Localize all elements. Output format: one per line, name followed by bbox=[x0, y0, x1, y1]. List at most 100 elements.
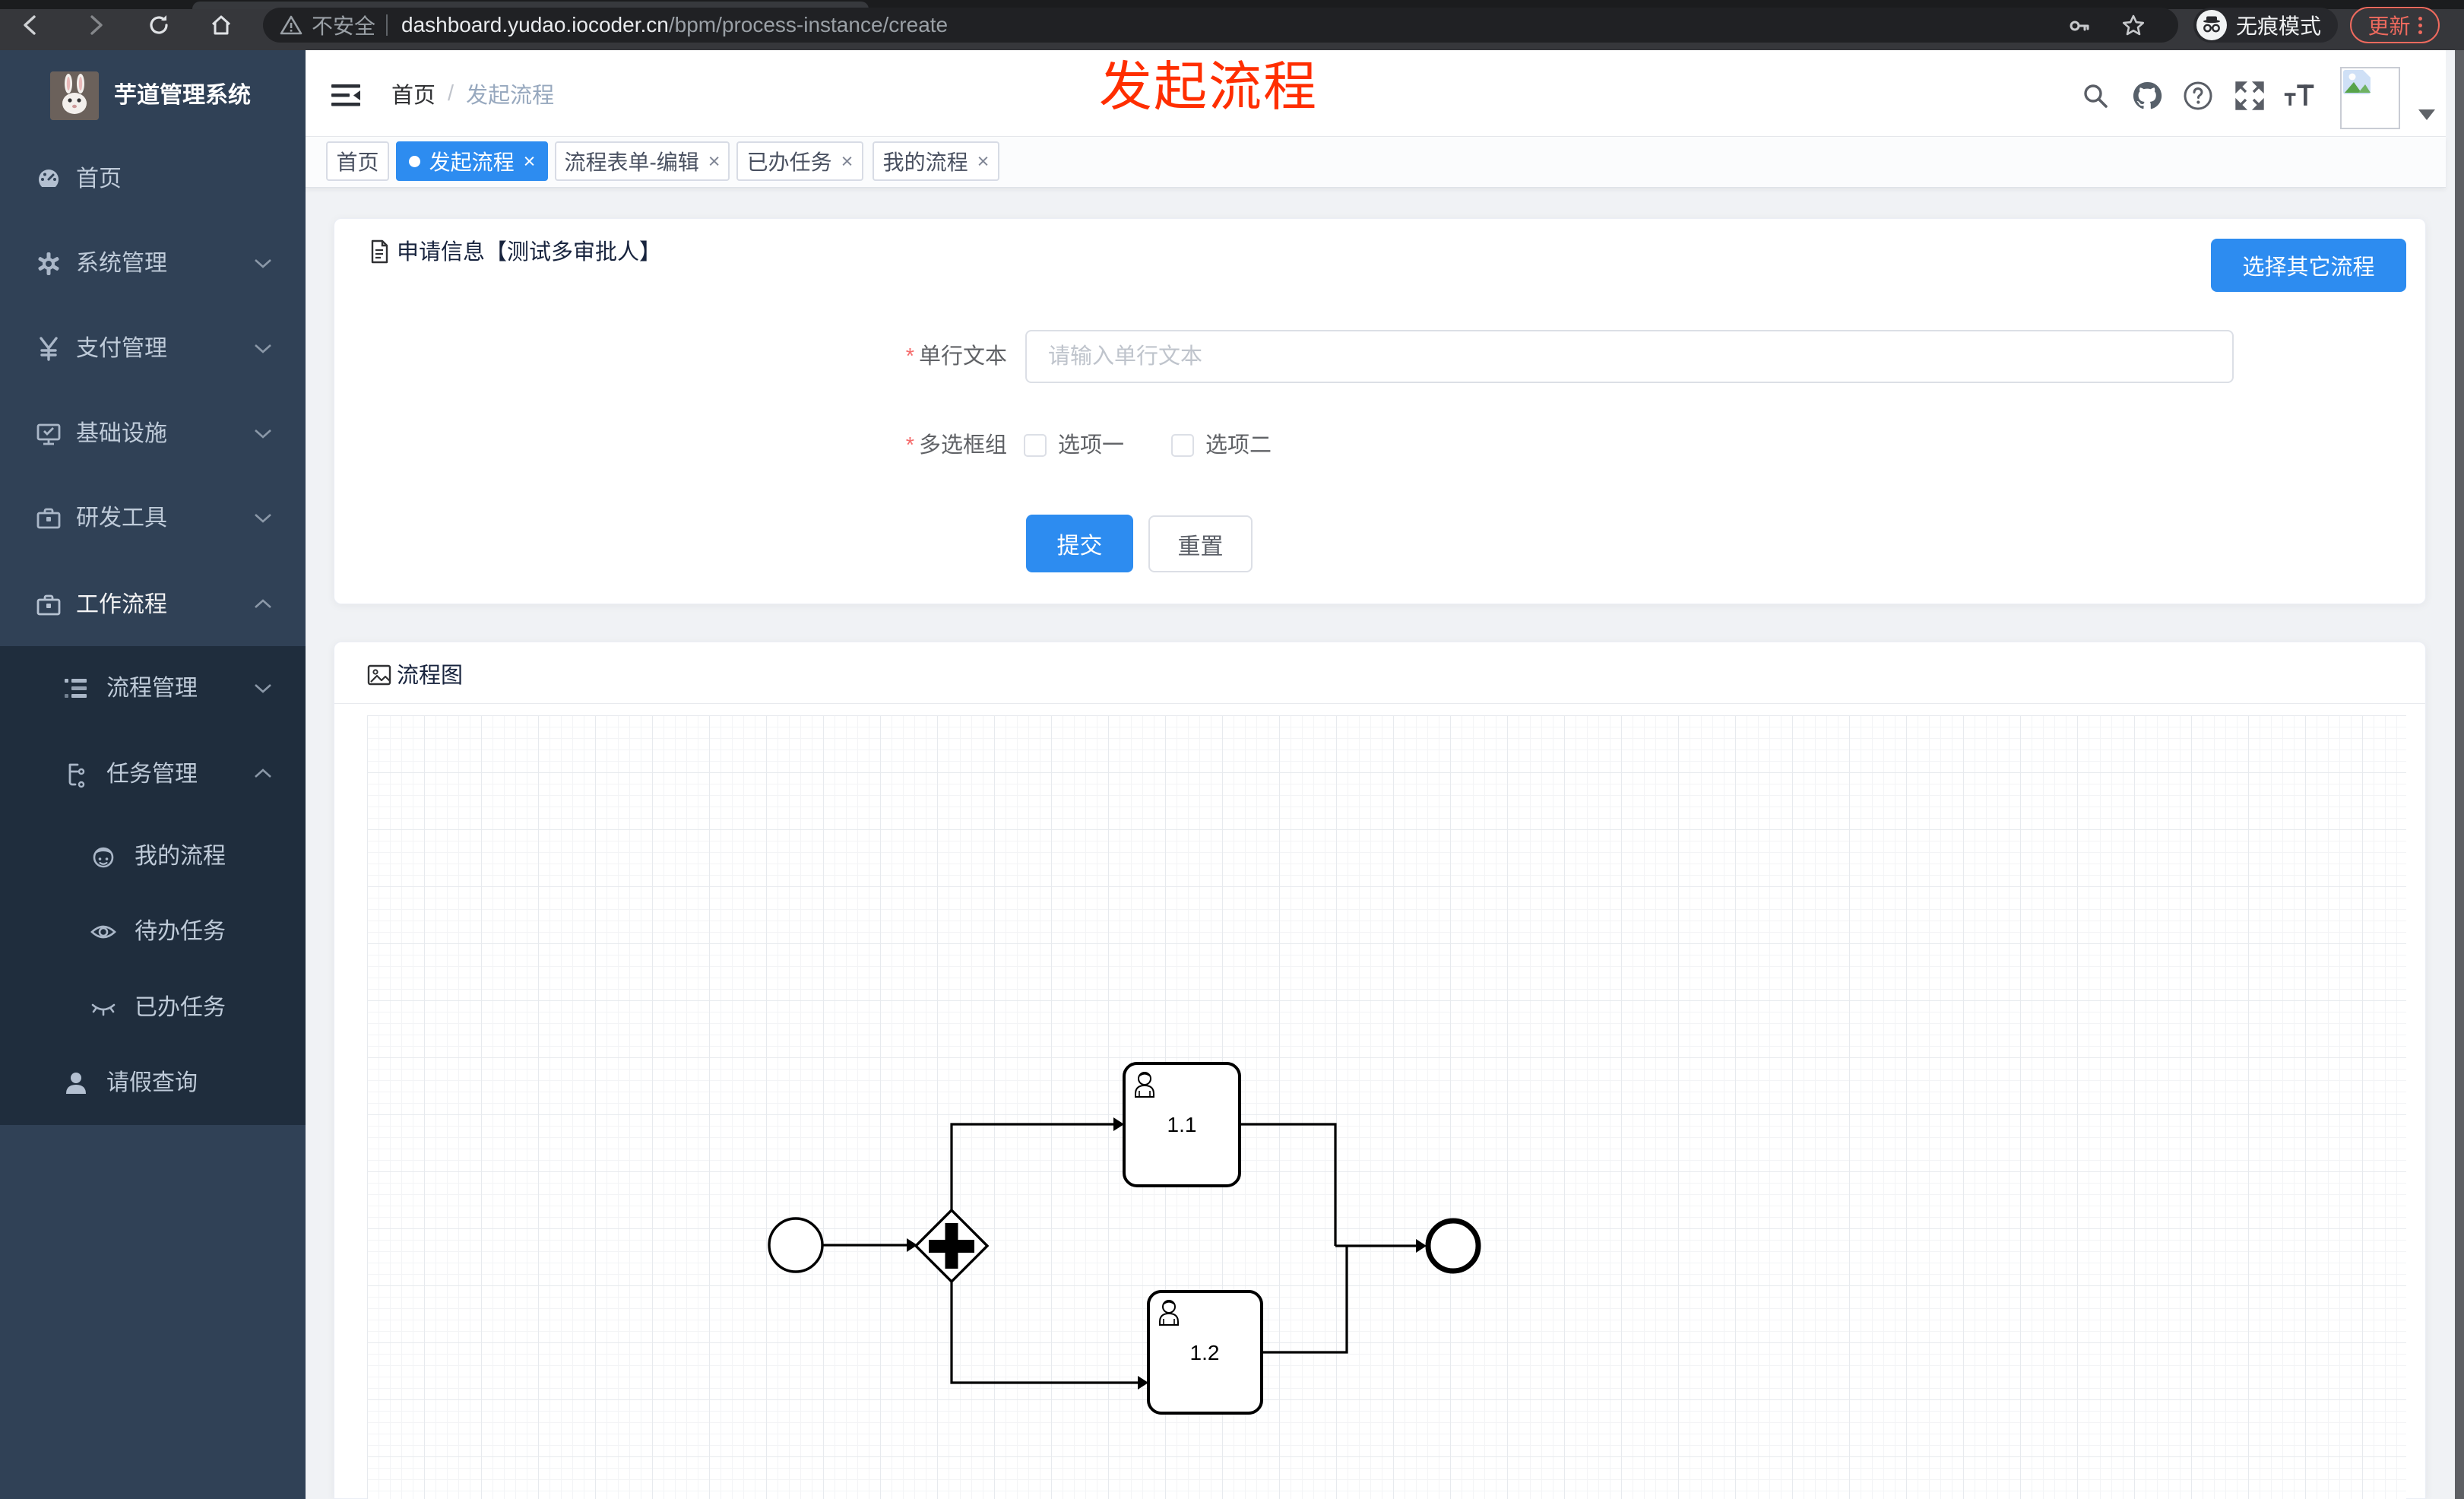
apply-info-title: 申请信息【测试多审批人】 bbox=[397, 240, 662, 265]
breadcrumb: 首页 / 发起流程 bbox=[391, 50, 554, 137]
flow-card-title: 流程图 bbox=[397, 664, 464, 688]
checkbox-option-1[interactable] bbox=[1024, 434, 1047, 457]
apply-info-card-header: 申请信息【测试多审批人】 选择其它流程 bbox=[334, 219, 2425, 292]
flow-icon bbox=[62, 761, 90, 788]
avatar[interactable] bbox=[2340, 67, 2400, 129]
choose-other-process-label: 选择其它流程 bbox=[2242, 255, 2375, 280]
security-label[interactable]: 不安全 bbox=[312, 10, 375, 40]
incognito-label: 无痕模式 bbox=[2236, 14, 2322, 38]
sidebar-item-label: 请假查询 bbox=[106, 1070, 198, 1095]
font-size-icon[interactable] bbox=[2283, 79, 2317, 113]
url-bar[interactable]: 不安全 dashboard.yudao.iocoder.cn/bpm/proce… bbox=[263, 8, 2178, 43]
sidebar-item-workflow[interactable]: 工作流程 bbox=[0, 567, 306, 643]
arrowhead bbox=[1113, 1117, 1124, 1131]
picture-icon bbox=[366, 662, 392, 688]
document-icon bbox=[366, 239, 392, 265]
back-icon[interactable] bbox=[17, 11, 46, 40]
bpmn-end-event[interactable] bbox=[1425, 1218, 1481, 1274]
chevron-up-icon bbox=[255, 769, 271, 778]
tag-label: 首页 bbox=[336, 151, 379, 174]
sidebar-item-label: 工作流程 bbox=[76, 592, 167, 617]
field-label-single-line-text: * 单行文本 bbox=[905, 344, 1007, 369]
sidebar-item-leave-query[interactable]: 请假查询 bbox=[0, 1045, 306, 1121]
app-title: 芋道管理系统 bbox=[114, 83, 251, 108]
sidebar-logo[interactable]: 芋道管理系统 bbox=[0, 58, 306, 134]
close-icon[interactable]: × bbox=[841, 151, 854, 172]
chevron-down-icon bbox=[255, 259, 271, 268]
tag-tab-start-process[interactable]: 发起流程 × bbox=[396, 141, 548, 181]
home-icon[interactable] bbox=[207, 11, 236, 40]
sidebar-item-label: 研发工具 bbox=[76, 505, 167, 531]
apply-info-card: 申请信息【测试多审批人】 选择其它流程 *单行文本 *多选框组 选项一 选项二 … bbox=[334, 218, 2426, 604]
screen: 不安全 dashboard.yudao.iocoder.cn/bpm/proce… bbox=[0, 0, 2464, 1499]
reload-icon[interactable] bbox=[144, 11, 173, 40]
avatar-dropdown-icon[interactable] bbox=[2418, 109, 2435, 120]
sidebar-item-process-management[interactable]: 流程管理 bbox=[0, 651, 306, 727]
sidebar-item-system[interactable]: 系统管理 bbox=[0, 226, 306, 302]
key-icon[interactable] bbox=[2067, 14, 2092, 43]
checkbox-option-1-label[interactable]: 选项一 bbox=[1058, 424, 1124, 467]
bpmn-canvas[interactable]: 1.1 1.2 bbox=[367, 715, 2406, 1499]
browser-menu-icon[interactable] bbox=[2418, 16, 2422, 34]
chevron-down-icon bbox=[255, 429, 271, 439]
sidebar-item-task-management[interactable]: 任务管理 bbox=[0, 737, 306, 813]
close-icon[interactable]: × bbox=[708, 151, 721, 172]
task-label: 1.1 bbox=[1167, 1113, 1197, 1136]
breadcrumb-current: 发起流程 bbox=[466, 84, 555, 108]
submit-button[interactable]: 提交 bbox=[1026, 515, 1133, 572]
sequence-flow bbox=[950, 1123, 1113, 1210]
tag-tab-my-process[interactable]: 我的流程 × bbox=[873, 141, 999, 181]
breadcrumb-separator: / bbox=[448, 81, 454, 106]
sidebar-item-label: 系统管理 bbox=[76, 251, 167, 276]
close-icon[interactable]: × bbox=[524, 151, 536, 172]
checkbox-option-2-label[interactable]: 选项二 bbox=[1205, 424, 1272, 467]
flow-card-header: 流程图 bbox=[334, 642, 2425, 704]
bookmark-star-icon[interactable] bbox=[2120, 13, 2146, 44]
sidebar-item-label: 流程管理 bbox=[106, 676, 198, 701]
chevron-down-icon bbox=[255, 684, 271, 693]
bpmn-diagram: 1.1 1.2 bbox=[768, 1062, 1481, 1415]
dashboard-icon bbox=[35, 166, 62, 193]
flow-diagram-card: 流程图 1.1 1.2 bbox=[334, 642, 2426, 1499]
tree-list-icon bbox=[62, 675, 90, 702]
help-icon[interactable] bbox=[2181, 79, 2215, 113]
url-separator bbox=[386, 14, 388, 36]
gateway-plus-icon bbox=[945, 1223, 958, 1269]
sidebar-item-done-tasks[interactable]: 已办任务 bbox=[0, 970, 306, 1046]
close-icon[interactable]: × bbox=[977, 151, 990, 172]
fullscreen-icon[interactable] bbox=[2233, 79, 2266, 113]
tag-label: 流程表单-编辑 bbox=[564, 151, 699, 174]
update-button[interactable]: 更新 bbox=[2350, 7, 2440, 43]
page-scrollbar[interactable] bbox=[2455, 50, 2464, 1499]
github-icon[interactable] bbox=[2130, 79, 2164, 113]
chevron-up-icon bbox=[255, 599, 271, 608]
breadcrumb-home[interactable]: 首页 bbox=[391, 78, 435, 109]
reset-button[interactable]: 重置 bbox=[1148, 515, 1253, 572]
sequence-flow bbox=[950, 1282, 1138, 1384]
required-asterisk: * bbox=[905, 344, 914, 369]
checkbox-option-2[interactable] bbox=[1171, 434, 1194, 457]
sidebar-item-dev-tools[interactable]: 研发工具 bbox=[0, 480, 306, 556]
arrowhead bbox=[1138, 1376, 1148, 1390]
sidebar-item-todo-tasks[interactable]: 待办任务 bbox=[0, 894, 306, 970]
sidebar-fold-icon[interactable] bbox=[329, 79, 363, 113]
incognito-icon bbox=[2196, 10, 2227, 40]
sidebar-item-infrastructure[interactable]: 基础设施 bbox=[0, 396, 306, 472]
sidebar-item-payment[interactable]: 支付管理 bbox=[0, 311, 306, 387]
toolbox-icon bbox=[35, 505, 62, 532]
active-dot bbox=[408, 155, 420, 167]
required-asterisk: * bbox=[905, 433, 914, 458]
url-path: /bpm/process-instance/create bbox=[668, 13, 949, 36]
tag-tab-done-tasks[interactable]: 已办任务 × bbox=[736, 141, 863, 181]
tag-tab-home[interactable]: 首页 bbox=[326, 141, 389, 181]
choose-other-process-button[interactable]: 选择其它流程 bbox=[2211, 239, 2406, 292]
tag-tab-form-edit[interactable]: 流程表单-编辑 × bbox=[555, 141, 730, 181]
sidebar-item-my-process[interactable]: 我的流程 bbox=[0, 819, 306, 895]
briefcase-icon bbox=[35, 591, 62, 619]
sidebar-item-home[interactable]: 首页 bbox=[0, 141, 306, 217]
forward-icon[interactable] bbox=[81, 11, 109, 40]
bpmn-start-event[interactable] bbox=[768, 1217, 824, 1273]
single-line-text-input[interactable] bbox=[1025, 330, 2234, 383]
search-icon[interactable] bbox=[2079, 79, 2112, 113]
chevron-down-icon bbox=[255, 344, 271, 353]
